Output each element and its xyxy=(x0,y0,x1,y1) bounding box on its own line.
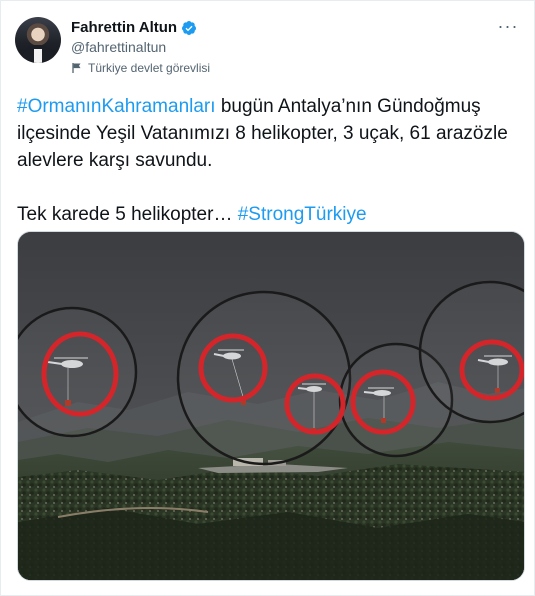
flag-icon xyxy=(72,63,81,73)
tweet-header: Fahrettin Altun @fahrettinaltun Türkiye … xyxy=(15,13,522,75)
photo-helicopters-firefighting xyxy=(18,232,524,580)
avatar[interactable] xyxy=(15,17,61,63)
tweet-text: #OrmanınKahramanları bugün Antalya’nın G… xyxy=(17,93,522,228)
avatar-shirt xyxy=(34,49,42,63)
tweet-paragraph-1: #OrmanınKahramanları bugün Antalya’nın G… xyxy=(17,93,522,174)
tweet-paragraph-2: Tek karede 5 helikopter… #StrongTürkiye xyxy=(17,201,522,228)
verified-badge-icon xyxy=(182,20,197,35)
more-icon[interactable]: ··· xyxy=(496,17,520,39)
affiliation-text: Türkiye devlet görevlisi xyxy=(88,61,211,75)
display-name[interactable]: Fahrettin Altun xyxy=(71,19,177,36)
hashtag-link[interactable]: #StrongTürkiye xyxy=(238,204,367,225)
tweet-photo[interactable] xyxy=(17,231,525,581)
affiliation-label: Türkiye devlet görevlisi xyxy=(71,61,210,75)
tweet-body-text: Tek karede 5 helikopter… xyxy=(17,204,238,225)
name-row: Fahrettin Altun xyxy=(71,19,197,36)
hashtag-link[interactable]: #OrmanınKahramanları xyxy=(17,96,216,117)
tweet-card: Fahrettin Altun @fahrettinaltun Türkiye … xyxy=(0,0,535,596)
user-handle[interactable]: @fahrettinaltun xyxy=(71,39,166,55)
